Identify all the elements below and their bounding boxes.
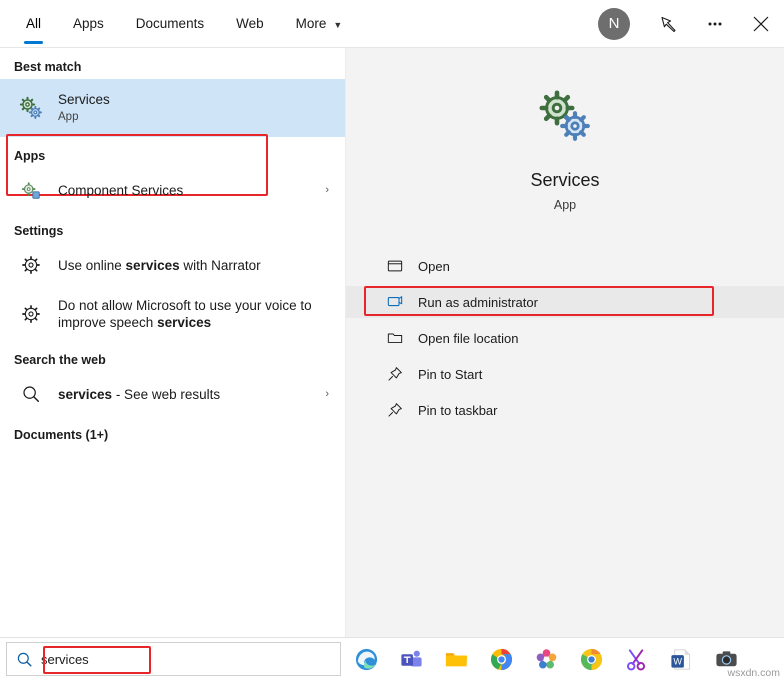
ellipsis-icon[interactable]	[692, 0, 738, 48]
setting-speech-keyword: services	[157, 315, 212, 330]
tab-documents-label: Documents	[135, 16, 205, 31]
flower-app-icon[interactable]	[533, 646, 559, 672]
chevron-right-icon[interactable]: ›	[325, 184, 333, 196]
apps-header: Apps	[14, 149, 46, 163]
shield-run-icon	[384, 294, 406, 310]
services-gears-icon	[533, 84, 597, 148]
tab-all[interactable]: All	[10, 0, 57, 48]
edge-icon[interactable]	[353, 646, 379, 672]
action-pin-to-taskbar[interactable]: Pin to taskbar	[346, 394, 784, 426]
chrome-canary-icon[interactable]	[578, 646, 604, 672]
search-tabs-bar: All Apps Documents Web More ▼ N	[0, 0, 784, 48]
web-services-text: services - See web results	[58, 386, 325, 403]
result-component-services[interactable]: Component Services ›	[0, 168, 345, 212]
result-setting-narrator[interactable]: Use online services with Narrator	[0, 243, 345, 287]
taskbar: services W wsxdn.com	[0, 637, 784, 680]
svg-text:W: W	[673, 656, 682, 666]
taskbar-search-box[interactable]: services	[6, 642, 341, 676]
search-icon	[7, 651, 41, 668]
result-best-match-services[interactable]: Services App	[0, 79, 345, 137]
tab-all-label: All	[26, 16, 42, 31]
open-window-icon	[384, 258, 406, 274]
settings-gear-icon	[14, 254, 48, 276]
file-explorer-icon[interactable]	[443, 646, 469, 672]
app-subtitle: App	[553, 198, 577, 212]
tab-apps-label: Apps	[73, 16, 104, 31]
services-gears-icon	[14, 94, 48, 122]
results-pane: Best match Services App Apps Component S…	[0, 48, 345, 637]
watermark: wsxdn.com	[727, 667, 780, 679]
close-icon[interactable]	[738, 0, 784, 48]
tab-web-label: Web	[236, 16, 264, 31]
app-title: Services	[530, 170, 600, 190]
chevron-down-icon: ▼	[333, 19, 343, 30]
setting-narrator-title: Use online services with Narrator	[58, 257, 333, 274]
result-web-services[interactable]: services - See web results ›	[0, 372, 345, 416]
web-services-suffix: - See web results	[112, 386, 221, 402]
highlight-box-search-input	[43, 646, 151, 674]
app-hero: Services App	[346, 48, 784, 212]
action-open-file-location[interactable]: Open file location	[346, 322, 784, 354]
app-actions: Open Run as administrator Open file loca…	[346, 250, 784, 426]
action-open-label: Open	[418, 258, 450, 274]
web-services-keyword: services	[58, 386, 113, 402]
action-pin-to-start-label: Pin to Start	[418, 366, 483, 382]
setting-narrator-text: Use online services with Narrator	[58, 257, 333, 274]
action-open[interactable]: Open	[346, 250, 784, 282]
avatar-initial: N	[608, 15, 620, 32]
pin-icon	[384, 402, 406, 418]
tab-more[interactable]: More ▼	[280, 0, 359, 48]
action-pin-to-start[interactable]: Pin to Start	[346, 358, 784, 390]
best-match-text: Services App	[58, 91, 333, 125]
component-services-text: Component Services	[58, 182, 325, 199]
topbar-actions: N	[598, 0, 784, 48]
tab-web[interactable]: Web	[220, 0, 280, 48]
feedback-icon[interactable]	[646, 0, 692, 48]
setting-narrator-suffix: with Narrator	[179, 257, 261, 273]
tab-documents[interactable]: Documents	[120, 0, 220, 48]
tab-apps[interactable]: Apps	[57, 0, 120, 48]
chevron-right-icon[interactable]: ›	[325, 388, 333, 400]
search-flyout: All Apps Documents Web More ▼ N Best mat…	[0, 0, 784, 680]
action-run-as-administrator[interactable]: Run as administrator	[346, 286, 784, 318]
setting-speech-title: Do not allow Microsoft to use your voice…	[58, 297, 333, 331]
settings-header: Settings	[14, 224, 64, 238]
taskbar-icons: W	[353, 646, 739, 672]
web-header: Search the web	[14, 353, 106, 367]
setting-narrator-prefix: Use online	[58, 257, 126, 273]
best-match-subtitle: App	[58, 111, 79, 123]
documents-header: Documents (1+)	[14, 428, 109, 442]
app-preview-pane: Services App Open Run as administrator O…	[345, 48, 784, 637]
tab-more-label: More	[295, 16, 327, 31]
settings-gear-icon	[14, 303, 48, 325]
teams-icon[interactable]	[398, 646, 424, 672]
best-match-title: Services	[58, 92, 110, 107]
word-icon[interactable]: W	[668, 646, 694, 672]
tab-list: All Apps Documents Web More ▼	[0, 0, 358, 48]
action-pin-to-taskbar-label: Pin to taskbar	[418, 402, 498, 418]
setting-narrator-keyword: services	[125, 257, 180, 273]
action-run-as-administrator-label: Run as administrator	[418, 294, 538, 310]
best-match-header: Best match	[14, 60, 82, 74]
setting-speech-text: Do not allow Microsoft to use your voice…	[58, 297, 333, 331]
avatar[interactable]: N	[598, 7, 630, 40]
component-services-title: Component Services	[58, 182, 184, 198]
component-services-icon	[14, 179, 48, 201]
pin-icon	[384, 366, 406, 382]
action-open-file-location-label: Open file location	[418, 330, 519, 346]
snip-sketch-icon[interactable]	[623, 646, 649, 672]
folder-icon	[384, 330, 406, 346]
web-services-title: services - See web results	[58, 386, 325, 403]
result-setting-speech[interactable]: Do not allow Microsoft to use your voice…	[0, 287, 345, 341]
chrome-icon[interactable]	[488, 646, 514, 672]
web-search-icon	[14, 384, 48, 404]
